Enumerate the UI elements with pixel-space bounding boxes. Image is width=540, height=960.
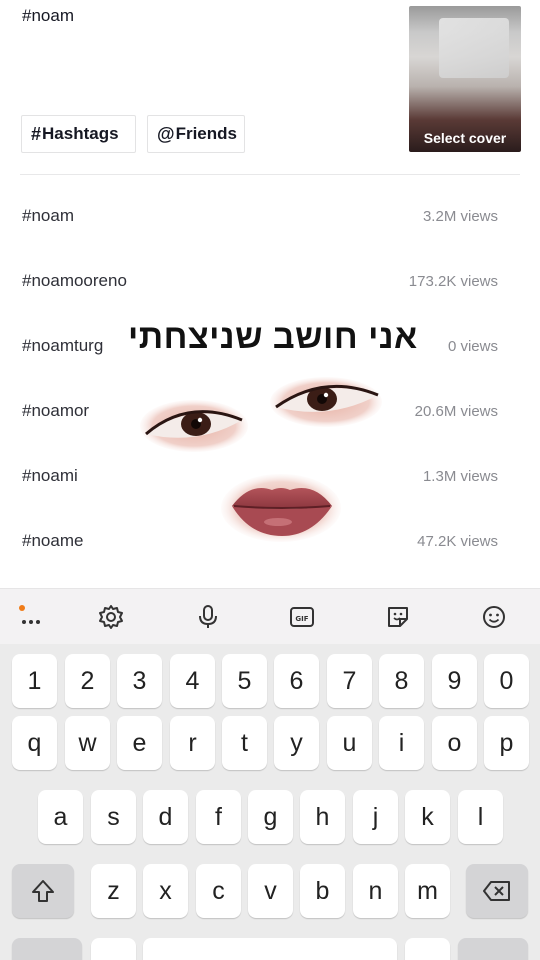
key-c[interactable]: c xyxy=(196,864,241,918)
cover-image xyxy=(439,18,509,78)
suggestion-views: 47.2K views xyxy=(417,532,498,550)
key-8[interactable]: 8 xyxy=(379,654,424,708)
period-key[interactable] xyxy=(405,938,450,960)
key-v[interactable]: v xyxy=(248,864,293,918)
overlay-caption: אני חושב שניצחתי xyxy=(128,318,418,356)
microphone-icon[interactable] xyxy=(193,602,223,632)
key-b[interactable]: b xyxy=(300,864,345,918)
settings-icon[interactable] xyxy=(96,602,126,632)
key-j[interactable]: j xyxy=(353,790,398,844)
more-dots-icon[interactable] xyxy=(16,602,46,632)
key-5[interactable]: 5 xyxy=(222,654,267,708)
keyboard-toolbar: GIF xyxy=(0,588,540,644)
key-q[interactable]: q xyxy=(12,716,57,770)
key-m[interactable]: m xyxy=(405,864,450,918)
suggestion-views: 0 views xyxy=(447,337,498,355)
key-t[interactable]: t xyxy=(222,716,267,770)
suggestion-tag: #noame xyxy=(22,531,84,550)
key-3[interactable]: 3 xyxy=(117,654,162,708)
key-a[interactable]: a xyxy=(38,790,83,844)
key-u[interactable]: u xyxy=(327,716,372,770)
suggestion-tag: #noami xyxy=(22,466,78,485)
backspace-icon xyxy=(483,881,510,901)
friends-button[interactable]: @ Friends xyxy=(147,115,245,153)
key-z[interactable]: z xyxy=(91,864,136,918)
select-cover-label: Select cover xyxy=(423,130,507,146)
key-h[interactable]: h xyxy=(300,790,345,844)
sticker-icon[interactable] xyxy=(383,602,413,632)
emoji-icon[interactable] xyxy=(479,602,509,632)
left-eye-sticker xyxy=(140,400,248,452)
enter-key[interactable] xyxy=(458,938,528,960)
divider xyxy=(20,174,520,175)
suggestion-tag: #noam xyxy=(22,206,74,225)
key-6[interactable]: 6 xyxy=(274,654,319,708)
hashtags-label: Hashtags xyxy=(42,124,119,143)
symbols-key[interactable] xyxy=(12,938,82,960)
key-i[interactable]: i xyxy=(379,716,424,770)
key-w[interactable]: w xyxy=(65,716,110,770)
key-k[interactable]: k xyxy=(405,790,450,844)
key-0[interactable]: 0 xyxy=(484,654,529,708)
key-o[interactable]: o xyxy=(432,716,477,770)
suggestion-views: 20.6M views xyxy=(414,402,498,420)
suggestion-tag: #noamturg xyxy=(22,336,104,355)
gif-icon[interactable]: GIF xyxy=(287,602,317,632)
keyboard: 1 2 3 4 5 6 7 8 9 0 q w e r t y u i o p … xyxy=(0,644,540,960)
key-s[interactable]: s xyxy=(91,790,136,844)
suggestion-tag: #noamor xyxy=(22,401,90,420)
key-p[interactable]: p xyxy=(484,716,529,770)
key-4[interactable]: 4 xyxy=(170,654,215,708)
key-7[interactable]: 7 xyxy=(327,654,372,708)
hashtag-suggestion[interactable]: #noamooreno 173.2K views xyxy=(22,266,498,296)
caption-text[interactable]: #noam xyxy=(22,6,74,26)
key-9[interactable]: 9 xyxy=(432,654,477,708)
comma-key[interactable] xyxy=(91,938,136,960)
key-e[interactable]: e xyxy=(117,716,162,770)
key-f[interactable]: f xyxy=(196,790,241,844)
hashtags-button[interactable]: # Hashtags xyxy=(21,115,136,153)
key-l[interactable]: l xyxy=(458,790,503,844)
friends-label: Friends xyxy=(175,124,237,143)
key-d[interactable]: d xyxy=(143,790,188,844)
hashtag-suggestion[interactable]: #noamor 20.6M views xyxy=(22,396,498,426)
key-r[interactable]: r xyxy=(170,716,215,770)
lips-sticker xyxy=(221,474,341,542)
right-eye-sticker xyxy=(270,377,382,427)
key-n[interactable]: n xyxy=(353,864,398,918)
key-y[interactable]: y xyxy=(274,716,319,770)
hashtag-suggestion[interactable]: #noam 3.2M views xyxy=(22,201,498,231)
svg-text:GIF: GIF xyxy=(295,615,308,623)
suggestion-tag: #noamooreno xyxy=(22,271,127,290)
key-g[interactable]: g xyxy=(248,790,293,844)
suggestion-views: 173.2K views xyxy=(408,272,498,290)
shift-icon xyxy=(32,880,54,902)
key-1[interactable]: 1 xyxy=(12,654,57,708)
suggestion-views: 1.3M views xyxy=(422,467,498,485)
key-x[interactable]: x xyxy=(143,864,188,918)
space-key[interactable] xyxy=(143,938,397,960)
suggestion-views: 3.2M views xyxy=(422,207,498,225)
backspace-key[interactable] xyxy=(466,864,528,918)
key-2[interactable]: 2 xyxy=(65,654,110,708)
hashtag-icon: # xyxy=(31,123,42,144)
mention-icon: @ xyxy=(157,123,175,144)
shift-key[interactable] xyxy=(12,864,74,918)
cover-thumbnail[interactable]: Select cover xyxy=(409,6,521,152)
